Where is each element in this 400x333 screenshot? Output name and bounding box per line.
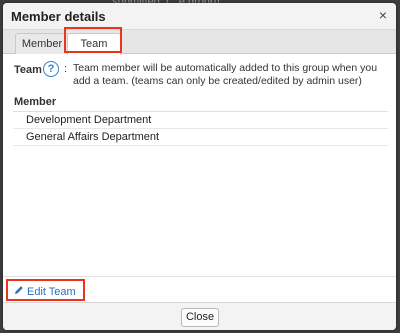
tab-member[interactable]: Member — [15, 33, 69, 54]
close-icon[interactable]: × — [379, 8, 387, 22]
close-button[interactable]: Close — [181, 308, 219, 327]
dialog-title-bar: Member details × — [3, 3, 396, 30]
member-details-dialog: Member details × Member Team Team ? : Te… — [3, 3, 396, 330]
list-item: Development Department — [13, 112, 388, 129]
team-colon: : — [64, 63, 68, 75]
list-item: General Affairs Department — [13, 129, 388, 146]
member-list: Development Department General Affairs D… — [13, 111, 388, 146]
divider — [3, 276, 396, 277]
team-description: Team member will be automatically added … — [73, 62, 378, 87]
tab-bar: Member Team — [3, 30, 396, 55]
help-icon[interactable]: ? — [43, 61, 59, 77]
member-section-header: Member — [14, 96, 57, 108]
dialog-footer: Close — [3, 302, 396, 330]
edit-team-highlight — [6, 279, 85, 301]
team-tab-highlight — [64, 27, 122, 53]
dialog-title: Member details — [11, 9, 106, 24]
team-label: Team — [14, 64, 42, 76]
